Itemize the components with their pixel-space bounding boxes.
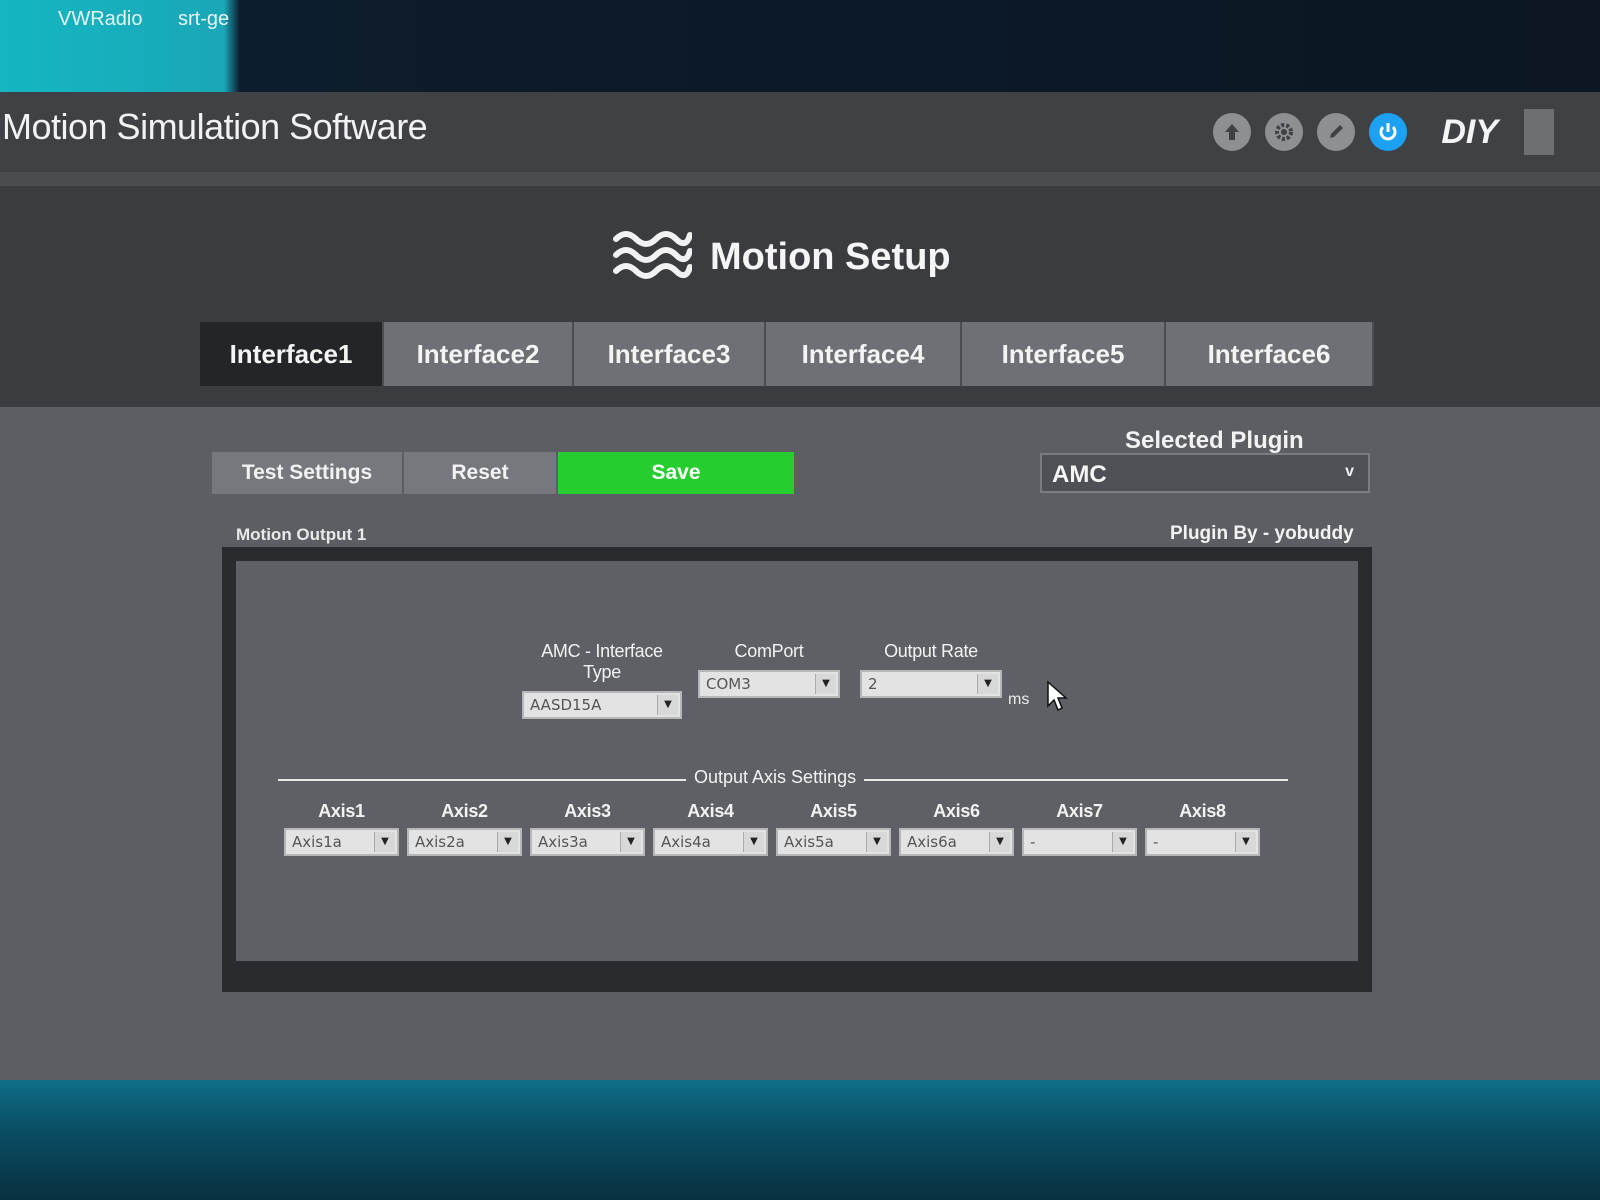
header-strip [0,172,1600,186]
axis-column: Axis1 Axis1a ▼ [284,801,399,856]
axis7-select[interactable]: - ▼ [1022,828,1137,856]
selected-plugin-label: Selected Plugin [1125,427,1304,454]
axis-value: Axis4a [661,833,711,851]
axis-settings-title: Output Axis Settings [686,767,865,788]
desktop-icon-label[interactable]: VWRadio [58,8,142,31]
tab-interface4[interactable]: Interface4 [766,322,962,386]
axis-value: - [1153,833,1159,851]
axis-label: Axis2 [441,801,488,821]
title-toolbar: DIY [1213,92,1554,172]
pencil-icon[interactable] [1317,113,1356,151]
mouse-cursor-icon [1047,680,1068,712]
page-title: Motion Setup [710,235,951,278]
axis-column: Axis7 - ▼ [1022,801,1137,856]
output-rate-label: Output Rate [884,641,978,661]
interface-type-select[interactable]: AASD15A ▼ [522,691,682,719]
axis-row: Axis1 Axis1a ▼ Axis2 Axis2a ▼ Axis3 Axis… [284,801,1260,856]
dropdown-arrow-icon: ▼ [1112,832,1133,852]
axis2-select[interactable]: Axis2a ▼ [407,828,522,856]
axis-column: Axis6 Axis6a ▼ [899,801,1014,856]
plugin-select-value: AMC [1052,461,1107,488]
title-bar: Motion Simulation Software DIY [0,92,1600,172]
comport-value: COM3 [706,675,751,693]
comport-label: ComPort [734,641,804,661]
chevron-down-icon: v [1345,463,1354,480]
dropdown-arrow-icon: ▼ [657,695,678,715]
axis1-select[interactable]: Axis1a ▼ [284,828,399,856]
mode-toggle[interactable] [1524,109,1554,155]
axis-label: Axis5 [810,801,857,821]
axis-value: Axis6a [907,833,957,851]
motion-output-body: AMC - Interface Type AASD15A ▼ ComPort C… [236,561,1358,961]
dropdown-arrow-icon: ▼ [497,832,518,852]
interface-type-label: AMC - Interface Type [541,641,663,682]
action-bar: Test Settings Reset Save [212,452,794,494]
motion-output-label: Motion Output 1 [236,525,367,544]
plugin-author: Plugin By - yobuddy [1170,523,1354,544]
app-title: Motion Simulation Software [2,106,428,147]
tab-interface5[interactable]: Interface5 [962,322,1166,386]
desktop-background: VWRadio srt-ge [0,0,1600,95]
mode-label[interactable]: DIY [1441,113,1498,152]
dropdown-arrow-icon: ▼ [1235,832,1256,852]
axis5-select[interactable]: Axis5a ▼ [776,828,891,856]
comport-select[interactable]: COM3 ▼ [698,670,840,698]
axis4-select[interactable]: Axis4a ▼ [653,828,768,856]
plugin-select[interactable]: AMC v [1040,453,1370,493]
tab-interface2[interactable]: Interface2 [384,322,574,386]
dropdown-arrow-icon: ▼ [743,832,764,852]
axis-value: Axis1a [292,833,342,851]
axis6-select[interactable]: Axis6a ▼ [899,828,1014,856]
page-heading: Motion Setup [612,227,951,287]
output-rate-select[interactable]: 2 ▼ [860,670,1002,698]
axis-column: Axis3 Axis3a ▼ [530,801,645,856]
axis-label: Axis1 [318,801,365,821]
axis3-select[interactable]: Axis3a ▼ [530,828,645,856]
tab-interface6[interactable]: Interface6 [1166,322,1374,386]
power-icon[interactable] [1369,113,1408,151]
output-rate-group: Output Rate 2 ▼ [860,641,1002,698]
dropdown-arrow-icon: ▼ [977,674,998,694]
axis-column: Axis5 Axis5a ▼ [776,801,891,856]
reset-button[interactable]: Reset [404,452,558,494]
motion-output-panel: AMC - Interface Type AASD15A ▼ ComPort C… [222,547,1372,992]
axis-label: Axis8 [1179,801,1226,821]
axis-value: - [1030,833,1036,851]
interface-tabs: Interface1 Interface2 Interface3 Interfa… [200,322,1374,386]
comport-group: ComPort COM3 ▼ [698,641,840,698]
axis8-select[interactable]: - ▼ [1145,828,1260,856]
axis-label: Axis4 [687,801,734,821]
save-button[interactable]: Save [558,452,794,494]
gear-icon[interactable] [1265,113,1304,151]
tab-interface3[interactable]: Interface3 [574,322,766,386]
dropdown-arrow-icon: ▼ [620,832,641,852]
desktop-icon-label[interactable]: srt-ge [178,8,229,31]
dropdown-arrow-icon: ▼ [989,832,1010,852]
output-rate-value: 2 [868,675,878,693]
interface-type-value: AASD15A [530,696,602,714]
app-window: Motion Simulation Software DIY Motion Se… [0,92,1600,1082]
test-settings-button[interactable]: Test Settings [212,452,404,494]
dropdown-arrow-icon: ▼ [815,674,836,694]
axis-column: Axis4 Axis4a ▼ [653,801,768,856]
axis-value: Axis2a [415,833,465,851]
axis-label: Axis3 [564,801,611,821]
axis-column: Axis2 Axis2a ▼ [407,801,522,856]
dropdown-arrow-icon: ▼ [374,832,395,852]
waves-icon [613,231,692,279]
axis-value: Axis3a [538,833,588,851]
axis-label: Axis7 [1056,801,1103,821]
axis-column: Axis8 - ▼ [1145,801,1260,856]
setup-content: Test Settings Reset Save Selected Plugin… [0,407,1600,1082]
upload-icon[interactable] [1213,113,1252,151]
output-rate-unit: ms [1008,691,1030,708]
desktop-taskbar-area [0,1080,1600,1200]
axis-value: Axis5a [784,833,834,851]
tab-interface1[interactable]: Interface1 [200,322,384,386]
axis-label: Axis6 [933,801,980,821]
interface-type-group: AMC - Interface Type AASD15A ▼ [522,641,682,719]
dropdown-arrow-icon: ▼ [866,832,887,852]
